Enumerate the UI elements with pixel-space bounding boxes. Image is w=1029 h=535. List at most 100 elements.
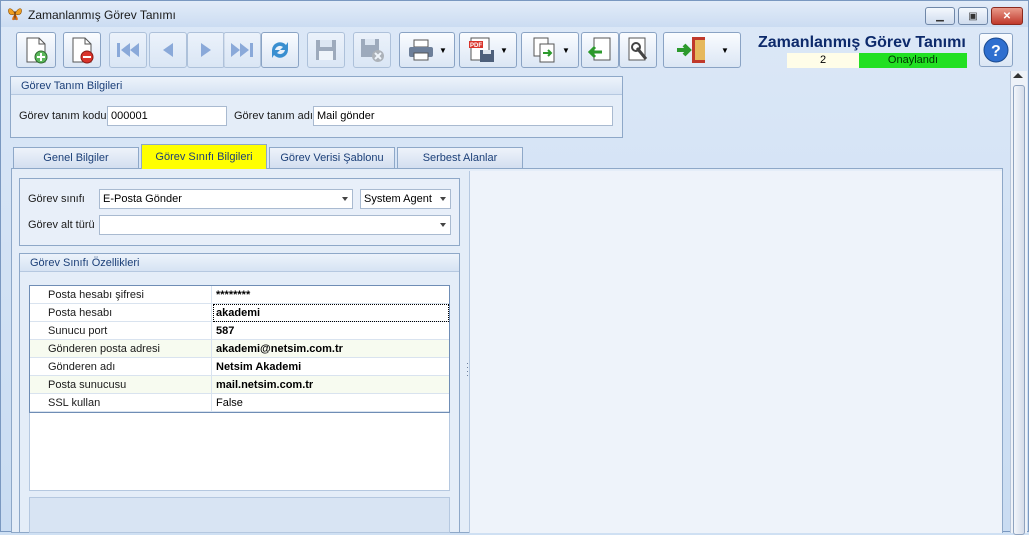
page-title: Zamanlanmış Görev Tanımı bbox=[758, 34, 966, 51]
property-key: SSL kullan bbox=[48, 397, 101, 409]
chevron-down-icon bbox=[342, 197, 348, 201]
record-count: 2 bbox=[787, 53, 859, 68]
next-record-button[interactable] bbox=[187, 32, 225, 68]
tab-task-class[interactable]: Görev Sınıfı Bilgileri bbox=[141, 144, 267, 169]
help-icon: ? bbox=[983, 37, 1009, 63]
table-row[interactable]: SSL kullan False bbox=[30, 394, 449, 412]
task-name-label: Görev tanım adı bbox=[234, 110, 313, 122]
close-icon: ✕ bbox=[1002, 10, 1012, 22]
property-key: Posta sunucusu bbox=[48, 379, 127, 391]
application-window: Zamanlanmış Görev Tanımı ▁ ▣ ✕ ▼ PDF ▼ ▼ bbox=[0, 0, 1029, 535]
copy-button[interactable]: ▼ bbox=[521, 32, 579, 68]
print-button[interactable]: ▼ bbox=[399, 32, 455, 68]
tab-free-fields[interactable]: Serbest Alanlar bbox=[397, 147, 523, 168]
property-help-box bbox=[29, 497, 450, 533]
exit-button[interactable]: ▼ bbox=[663, 32, 741, 68]
delete-button[interactable] bbox=[63, 32, 101, 68]
properties-grid: Posta hesabı şifresi ******** Posta hesab… bbox=[29, 285, 450, 413]
task-subtype-label: Görev alt türü bbox=[28, 219, 95, 231]
pdf-export-button[interactable]: PDF ▼ bbox=[459, 32, 517, 68]
table-row[interactable]: Posta hesabı akademi bbox=[30, 304, 449, 322]
maximize-button[interactable]: ▣ bbox=[958, 7, 988, 25]
task-class-label: Görev sınıfı bbox=[28, 193, 85, 205]
tab-general[interactable]: Genel Bilgiler bbox=[13, 147, 139, 168]
task-code-label: Görev tanım kodu bbox=[19, 110, 107, 122]
chevron-down-icon bbox=[440, 223, 446, 227]
task-subtype-select[interactable] bbox=[99, 215, 451, 235]
property-key: Gönderen adı bbox=[48, 361, 116, 373]
vertical-scrollbar[interactable] bbox=[1010, 71, 1027, 535]
delete-document-icon bbox=[72, 37, 94, 64]
properties-group-title: Görev Sınıfı Özellikleri bbox=[20, 254, 459, 272]
splitter-handle[interactable]: · · · · bbox=[466, 359, 469, 381]
copy-icon bbox=[533, 37, 555, 63]
table-row[interactable]: Gönderen adı Netsim Akademi bbox=[30, 358, 449, 376]
table-row[interactable]: Sunucu port 587 bbox=[30, 322, 449, 340]
chevron-down-icon bbox=[440, 197, 446, 201]
property-value[interactable]: akademi@netsim.com.tr bbox=[216, 343, 343, 355]
first-record-button[interactable] bbox=[109, 32, 147, 68]
next-record-icon bbox=[201, 43, 211, 57]
refresh-button[interactable] bbox=[261, 32, 299, 68]
definition-group-title: Görev Tanım Bilgileri bbox=[11, 77, 622, 95]
property-value[interactable]: mail.netsim.com.tr bbox=[216, 379, 313, 391]
chevron-down-icon: ▼ bbox=[562, 45, 570, 55]
cancel-save-button[interactable] bbox=[353, 32, 391, 68]
property-value[interactable]: Netsim Akademi bbox=[216, 361, 301, 373]
minimize-button[interactable]: ▁ bbox=[925, 7, 955, 25]
scrollbar-thumb[interactable] bbox=[1013, 85, 1025, 535]
minimize-icon: ▁ bbox=[936, 10, 944, 22]
last-record-button[interactable] bbox=[223, 32, 261, 68]
chevron-down-icon: ▼ bbox=[500, 45, 508, 55]
first-record-icon bbox=[117, 43, 139, 57]
title-bar: Zamanlanmış Görev Tanımı ▁ ▣ ✕ bbox=[1, 1, 1028, 27]
property-value[interactable]: ******** bbox=[216, 289, 250, 301]
task-code-field[interactable]: 000001 bbox=[107, 106, 227, 126]
help-button[interactable]: ? bbox=[979, 33, 1013, 67]
property-key: Gönderen posta adresi bbox=[48, 343, 160, 355]
exit-door-icon bbox=[677, 37, 706, 63]
property-value[interactable]: 587 bbox=[216, 325, 234, 337]
save-icon bbox=[316, 40, 336, 60]
save-button[interactable] bbox=[307, 32, 345, 68]
previous-record-button[interactable] bbox=[149, 32, 187, 68]
task-class-value: E-Posta Gönder bbox=[103, 193, 182, 205]
right-pane bbox=[469, 171, 1002, 533]
property-key: Sunucu port bbox=[48, 325, 108, 337]
status-badge: Onaylandı bbox=[859, 53, 967, 68]
print-icon bbox=[409, 39, 434, 61]
chevron-down-icon: ▼ bbox=[439, 45, 447, 55]
window-title: Zamanlanmış Görev Tanımı bbox=[28, 8, 176, 22]
chevron-down-icon: ▼ bbox=[721, 45, 729, 55]
svg-text:?: ? bbox=[991, 43, 1001, 60]
settings-button[interactable] bbox=[619, 32, 657, 68]
tab-task-data-template[interactable]: Görev Verisi Şablonu bbox=[269, 147, 395, 168]
import-icon bbox=[587, 37, 611, 61]
task-name-field[interactable]: Mail gönder bbox=[313, 106, 613, 126]
import-button[interactable] bbox=[581, 32, 619, 68]
property-key: Posta hesabı bbox=[48, 307, 113, 319]
agent-value: System Agent bbox=[364, 193, 432, 205]
property-key: Posta hesabı şifresi bbox=[48, 289, 144, 301]
new-button[interactable] bbox=[16, 32, 56, 68]
table-row[interactable]: Posta sunucusu mail.netsim.com.tr bbox=[30, 376, 449, 394]
settings-wrench-icon bbox=[628, 37, 648, 61]
agent-select[interactable]: System Agent bbox=[360, 189, 451, 209]
refresh-icon bbox=[272, 42, 288, 58]
table-row[interactable]: Posta hesabı şifresi ******** bbox=[30, 286, 449, 304]
last-record-icon bbox=[231, 43, 253, 57]
cancel-save-icon bbox=[361, 39, 384, 62]
property-description-area bbox=[29, 413, 450, 491]
table-row[interactable]: Gönderen posta adresi akademi@netsim.com.… bbox=[30, 340, 449, 358]
new-document-icon bbox=[26, 37, 48, 64]
scroll-up-icon[interactable] bbox=[1013, 73, 1023, 78]
close-button[interactable]: ✕ bbox=[991, 7, 1023, 25]
property-value[interactable]: akademi bbox=[213, 304, 449, 322]
svg-text:PDF: PDF bbox=[470, 43, 482, 49]
previous-record-icon bbox=[163, 43, 173, 57]
task-class-select[interactable]: E-Posta Gönder bbox=[99, 189, 353, 209]
pdf-export-icon: PDF bbox=[469, 37, 495, 62]
restore-icon: ▣ bbox=[968, 10, 978, 22]
property-value[interactable]: False bbox=[216, 397, 243, 409]
butterfly-icon bbox=[8, 8, 22, 21]
